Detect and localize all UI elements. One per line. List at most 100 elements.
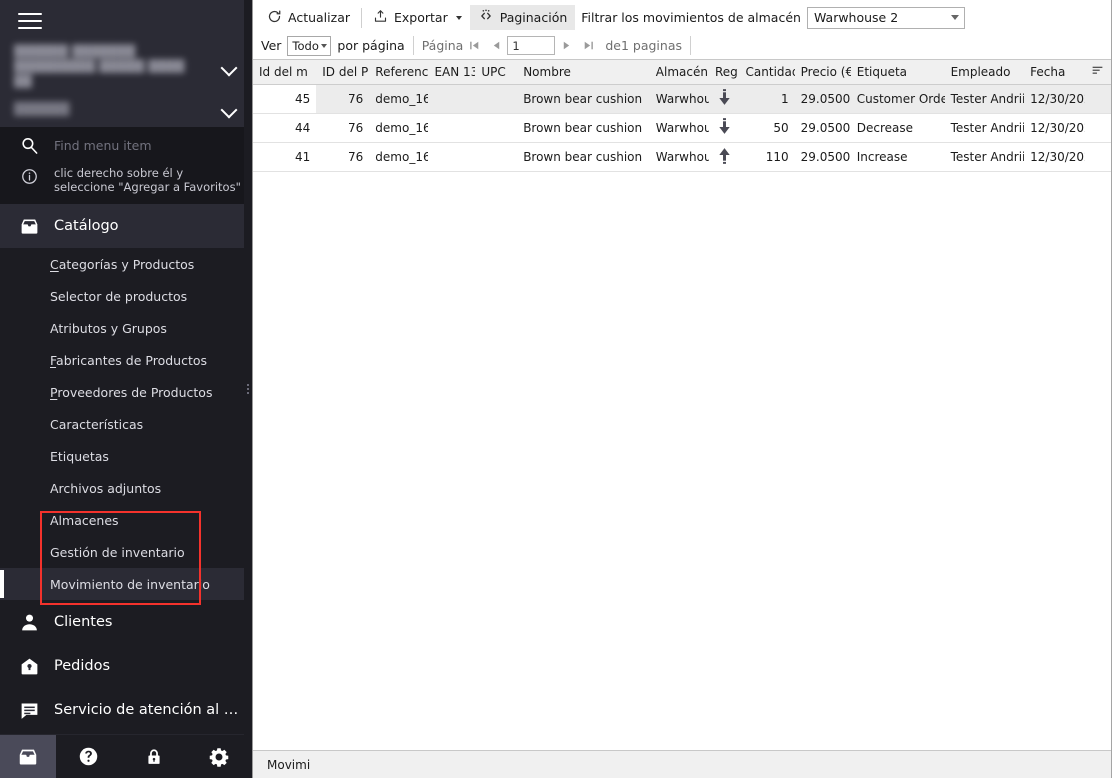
- first-page-button[interactable]: [463, 36, 485, 56]
- cell-id_prod[interactable]: 76: [316, 142, 369, 171]
- cell-id_prod[interactable]: 76: [316, 84, 369, 113]
- cell-precio[interactable]: 29.05000: [795, 84, 851, 113]
- column-header-cantidad[interactable]: Cantidad: [740, 60, 795, 84]
- cell-ean13[interactable]: [428, 113, 475, 142]
- refresh-button[interactable]: Actualizar: [259, 5, 358, 30]
- cell-almacen[interactable]: Warwhouse: [650, 142, 709, 171]
- last-page-button[interactable]: [577, 36, 599, 56]
- cell-id_prod[interactable]: 76: [316, 113, 369, 142]
- cell-referencia[interactable]: demo_16: [369, 113, 428, 142]
- cell-almacen[interactable]: Warwhouse: [650, 84, 709, 113]
- cell-empleado[interactable]: Tester Andrii: [945, 84, 1025, 113]
- sidebar-main-item-0[interactable]: Clientes: [0, 600, 252, 644]
- column-header-reg[interactable]: Reg: [709, 60, 740, 84]
- sidebar-group-catalogo[interactable]: Catálogo: [0, 204, 252, 248]
- help-icon[interactable]: [56, 735, 121, 778]
- sidebar-bottom-bar: [0, 734, 252, 778]
- lock-icon[interactable]: [121, 735, 186, 778]
- cell-reg[interactable]: [709, 113, 740, 142]
- table-row[interactable]: 4576demo_16 Brown bear cushionWarwhouse 12…: [253, 84, 1112, 113]
- column-header-upc[interactable]: UPC: [475, 60, 517, 84]
- cell-precio[interactable]: 29.05000: [795, 113, 851, 142]
- chevron-down-icon-perpage: [321, 44, 327, 48]
- cell-id_mov[interactable]: 45: [253, 84, 316, 113]
- sidebar-item-7[interactable]: Archivos adjuntos: [0, 472, 252, 504]
- column-header-precio[interactable]: Precio (€: [795, 60, 851, 84]
- cell-upc[interactable]: [475, 142, 517, 171]
- cell-referencia[interactable]: demo_16: [369, 84, 428, 113]
- prev-page-button[interactable]: [485, 36, 507, 56]
- profile-selector[interactable]: ██████: [0, 91, 252, 127]
- chevron-down-icon[interactable]: [220, 58, 238, 76]
- account-selector[interactable]: ██████ ███████ █████████ █████ ████ ██: [0, 42, 252, 91]
- column-header-empleado[interactable]: Empleado: [945, 60, 1025, 84]
- column-header-id_mov[interactable]: Id del m: [253, 60, 316, 84]
- table-row[interactable]: 4176demo_16 Brown bear cushionWarwhouse 11…: [253, 142, 1112, 171]
- cell-empleado[interactable]: Tester Andrii: [945, 142, 1025, 171]
- sidebar-item-8[interactable]: Almacenes: [0, 504, 252, 536]
- search-input[interactable]: Find menu item: [54, 138, 152, 153]
- cell-empleado[interactable]: Tester Andrii: [945, 113, 1025, 142]
- cell-cantidad[interactable]: 110: [740, 142, 795, 171]
- sidebar-item-4[interactable]: Proveedores de Productos: [0, 376, 252, 408]
- cell-fecha[interactable]: 12/30/2021: [1024, 84, 1085, 113]
- cell-id_mov[interactable]: 41: [253, 142, 316, 171]
- sidebar-item-10[interactable]: Movimiento de inventario: [0, 568, 252, 600]
- pagination-toggle-button[interactable]: Paginación: [470, 5, 576, 30]
- table-row[interactable]: 4476demo_16 Brown bear cushionWarwhouse 50…: [253, 113, 1112, 142]
- bottom-catalog-box-icon[interactable]: [0, 735, 56, 778]
- menu-icon[interactable]: [18, 13, 42, 29]
- cell-referencia[interactable]: demo_16: [369, 142, 428, 171]
- chevron-down-icon-export[interactable]: [456, 16, 462, 20]
- menu-search-row[interactable]: Find menu item: [0, 127, 252, 164]
- sidebar-item-2[interactable]: Atributos y Grupos: [0, 312, 252, 344]
- column-header-nombre[interactable]: Nombre: [517, 60, 650, 84]
- column-header-fecha[interactable]: Fecha: [1024, 60, 1085, 84]
- cell-cantidad[interactable]: 50: [740, 113, 795, 142]
- gear-icon[interactable]: [187, 735, 252, 778]
- column-header-ean13[interactable]: EAN 13: [428, 60, 475, 84]
- cell-ean13[interactable]: [428, 142, 475, 171]
- cell-etiqueta[interactable]: Decrease: [851, 113, 945, 142]
- sidebar-main-item-1[interactable]: Pedidos: [0, 644, 252, 688]
- cell-fecha[interactable]: 12/30/2021: [1024, 113, 1085, 142]
- column-header-referencia[interactable]: Referenci: [369, 60, 428, 84]
- column-header-etiqueta[interactable]: Etiqueta: [851, 60, 945, 84]
- sidebar-item-1[interactable]: Selector de productos: [0, 280, 252, 312]
- column-header-almacen[interactable]: Almacén: [650, 60, 709, 84]
- per-page-select[interactable]: Todo: [287, 36, 331, 56]
- catalog-box-icon: [18, 216, 40, 237]
- cell-etiqueta[interactable]: Customer Order: [851, 84, 945, 113]
- cell-cantidad[interactable]: 1: [740, 84, 795, 113]
- cell-etiqueta[interactable]: Increase: [851, 142, 945, 171]
- cell-id_mov[interactable]: 44: [253, 113, 316, 142]
- sidebar-item-5[interactable]: Características: [0, 408, 252, 440]
- cell-precio[interactable]: 29.05000: [795, 142, 851, 171]
- warehouse-select[interactable]: Warwhouse 2: [807, 7, 965, 29]
- cell-reg[interactable]: [709, 84, 740, 113]
- cell-spacer: [1085, 84, 1112, 113]
- filter-sort-icon[interactable]: [1085, 60, 1112, 84]
- sidebar-item-9[interactable]: Gestión de inventario: [0, 536, 252, 568]
- sidebar-item-label: Categorías y Productos: [50, 257, 194, 272]
- cell-nombre[interactable]: Brown bear cushion: [517, 113, 650, 142]
- sidebar-item-3[interactable]: Fabricantes de Productos: [0, 344, 252, 376]
- cell-upc[interactable]: [475, 84, 517, 113]
- sidebar-item-6[interactable]: Etiquetas: [0, 440, 252, 472]
- export-button[interactable]: Exportar: [365, 5, 470, 30]
- cell-ean13[interactable]: [428, 84, 475, 113]
- sidebar-splitter[interactable]: [244, 0, 252, 778]
- page-number-input[interactable]: 1: [507, 36, 555, 55]
- cell-reg[interactable]: [709, 142, 740, 171]
- sidebar-group-label: Catálogo: [54, 218, 119, 234]
- cell-fecha[interactable]: 12/30/2021: [1024, 142, 1085, 171]
- cell-nombre[interactable]: Brown bear cushion: [517, 142, 650, 171]
- sidebar-main-item-2[interactable]: Servicio de atención al …: [0, 688, 252, 732]
- cell-nombre[interactable]: Brown bear cushion: [517, 84, 650, 113]
- cell-upc[interactable]: [475, 113, 517, 142]
- sidebar-item-0[interactable]: Categorías y Productos: [0, 248, 252, 280]
- chevron-down-icon-2[interactable]: [220, 100, 238, 118]
- column-header-id_prod[interactable]: ID del P: [316, 60, 369, 84]
- cell-almacen[interactable]: Warwhouse: [650, 113, 709, 142]
- next-page-button[interactable]: [555, 36, 577, 56]
